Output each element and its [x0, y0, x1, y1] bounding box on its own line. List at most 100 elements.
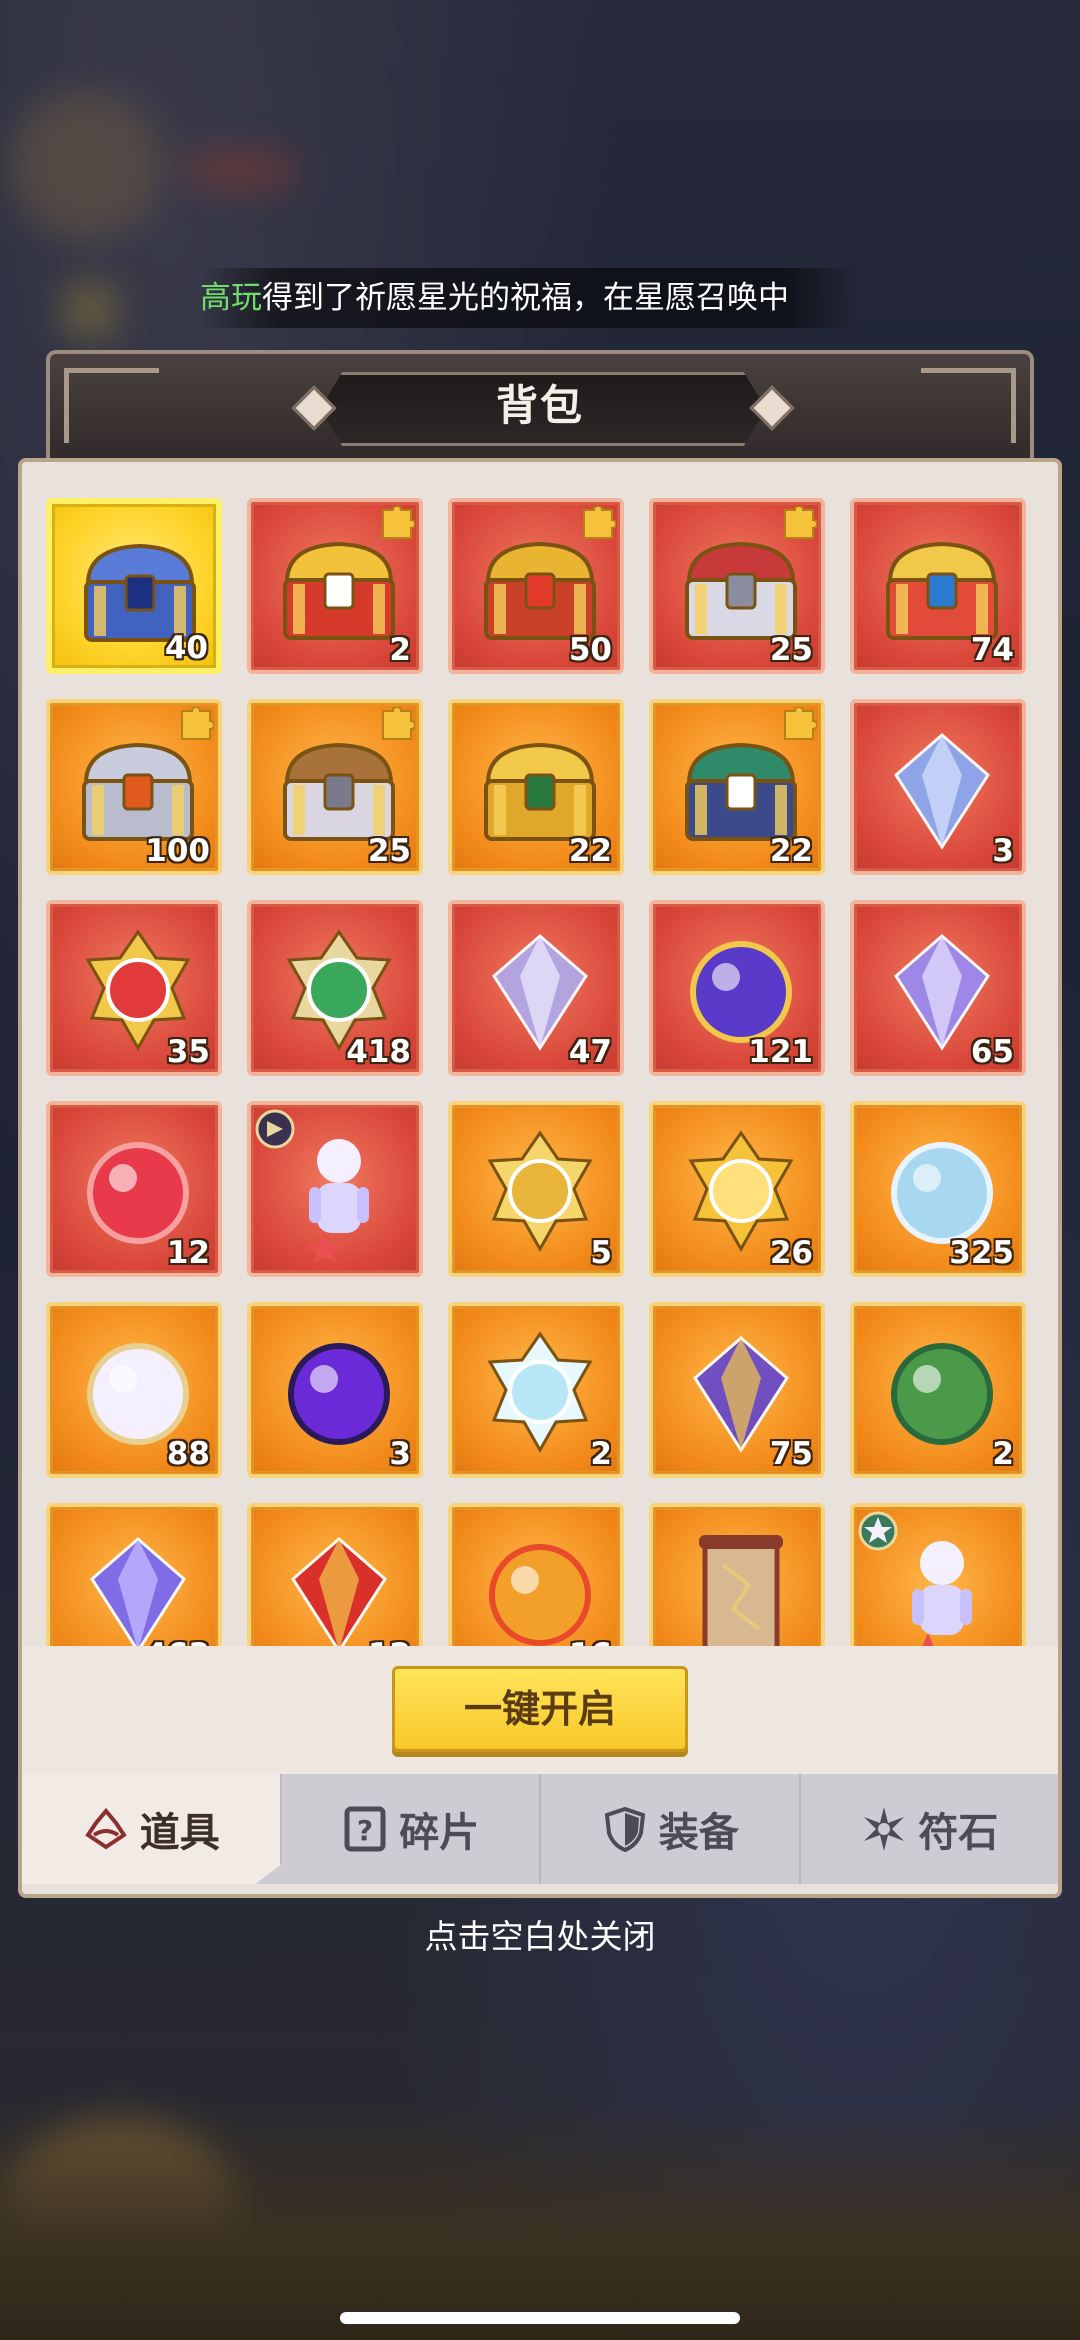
item-quantity: 3: [389, 1436, 411, 1472]
item-slot[interactable]: 25: [649, 498, 825, 674]
item-quantity: 40: [164, 630, 208, 666]
home-indicator[interactable]: [340, 2312, 740, 2324]
item-slot[interactable]: 74: [850, 498, 1026, 674]
item-slot[interactable]: 26: [649, 1101, 825, 1277]
green-leaf-icon: [872, 1324, 1012, 1464]
item-slot[interactable]: [247, 1101, 423, 1277]
item-quantity: 463: [145, 1637, 210, 1646]
item-quantity: 47: [568, 1034, 612, 1070]
item-quantity: 3: [992, 833, 1014, 869]
item-quantity: 121: [748, 1034, 813, 1070]
item-quantity: 325: [949, 1235, 1014, 1271]
item-quantity: 25: [769, 632, 813, 668]
scroll-map-icon: [671, 1525, 811, 1646]
item-slot[interactable]: 35: [46, 900, 222, 1076]
item-slot[interactable]: 47: [448, 900, 624, 1076]
puzzle-piece-icon: [781, 705, 819, 743]
puzzle-piece-icon: [379, 504, 417, 542]
item-slot[interactable]: 25: [247, 699, 423, 875]
tab-fragments[interactable]: ? 碎片: [282, 1774, 541, 1884]
puzzle-piece-icon: [781, 504, 819, 542]
item-quantity: 88: [166, 1436, 210, 1472]
rune-star-icon: [864, 1807, 905, 1851]
bottom-bar-blur: [0, 2100, 1080, 2340]
gold-card-icon: [470, 1123, 610, 1263]
item-quantity: 22: [568, 833, 612, 869]
item-slot[interactable]: 325: [850, 1101, 1026, 1277]
item-quantity: 74: [970, 632, 1014, 668]
item-slot[interactable]: 22: [649, 699, 825, 875]
item-quantity: 418: [346, 1034, 411, 1070]
item-slot[interactable]: 418: [247, 900, 423, 1076]
item-quantity: 12: [166, 1235, 210, 1271]
item-slot[interactable]: 2: [247, 498, 423, 674]
item-quantity: 50: [568, 632, 612, 668]
item-slot[interactable]: 100: [46, 699, 222, 875]
item-slot[interactable]: 3: [247, 1302, 423, 1478]
fire-orb-icon: [470, 1525, 610, 1646]
item-slot[interactable]: 65: [850, 900, 1026, 1076]
item-grid: 40 2 50 25 74 100 25 22 22 3 35 418 47 121 65 12 5 26 325 8…: [40, 488, 1040, 1646]
item-slot[interactable]: 88: [46, 1302, 222, 1478]
item-quantity: 2: [992, 1436, 1014, 1472]
item-quantity: 75: [769, 1436, 813, 1472]
item-slot[interactable]: 121: [649, 900, 825, 1076]
blue-crystal-icon: [872, 721, 1012, 861]
announcement-text: 得到了祈愿星光的祝福，在星愿召唤中: [262, 280, 789, 316]
item-quantity: 5: [590, 1235, 612, 1271]
announcement-player: 高玩: [200, 280, 262, 316]
item-slot[interactable]: 3: [850, 699, 1026, 875]
tab-runes-label: 符石: [918, 1810, 999, 1856]
item-quantity: 12: [368, 1637, 411, 1646]
item-quantity: 2: [590, 1436, 612, 1472]
item-quantity: 2: [389, 632, 411, 668]
item-slot[interactable]: 12: [247, 1503, 423, 1646]
panel-title: 背包: [495, 381, 584, 430]
red-crown-gem-icon: [269, 1525, 409, 1646]
item-quantity: 16: [569, 1637, 612, 1646]
svg-text:?: ?: [357, 1814, 373, 1847]
tab-items[interactable]: 道具: [22, 1774, 282, 1884]
item-slot[interactable]: 75: [649, 1302, 825, 1478]
item-quantity: 26: [769, 1235, 813, 1271]
item-slot[interactable]: 40: [46, 498, 222, 674]
rank-badge-icon: [255, 1109, 295, 1149]
tab-equipment-label: 装备: [658, 1810, 739, 1856]
item-slot[interactable]: 22: [448, 699, 624, 875]
item-slot[interactable]: 2: [850, 1302, 1026, 1478]
question-box-icon: ?: [344, 1806, 386, 1852]
tab-items-label: 道具: [139, 1810, 220, 1856]
badge-blur: [180, 150, 300, 190]
item-slot[interactable]: 16: [448, 1503, 624, 1646]
item-quantity: 35: [166, 1034, 210, 1070]
item-slot[interactable]: [850, 1503, 1026, 1646]
item-slot[interactable]: [649, 1503, 825, 1646]
purple-crystal-cross-icon: [68, 1525, 208, 1646]
purple-orb-icon: [269, 1324, 409, 1464]
tab-fragments-label: 碎片: [399, 1810, 480, 1856]
tab-equipment[interactable]: 装备: [541, 1774, 801, 1884]
item-quantity: 22: [769, 833, 813, 869]
item-bag-icon: [84, 1807, 127, 1850]
item-quantity: 100: [145, 833, 210, 869]
item-grid-scroll[interactable]: 40 2 50 25 74 100 25 22 22 3 35 418 47 121 65 12 5 26 325 8…: [40, 488, 1040, 1646]
item-quantity: 25: [367, 833, 411, 869]
star-badge-icon: [858, 1511, 898, 1551]
item-quantity: 65: [970, 1034, 1014, 1070]
icon-blur: [60, 280, 120, 340]
open-all-button[interactable]: 一键开启: [392, 1666, 688, 1752]
close-hint[interactable]: 点击空白处关闭: [0, 1910, 1080, 1958]
category-tabs: 道具 ? 碎片 装备 符石: [22, 1774, 1058, 1884]
item-slot[interactable]: 2: [448, 1302, 624, 1478]
ice-star-icon: [470, 1324, 610, 1464]
announcement-marquee: 高玩得到了祈愿星光的祝福，在星愿召唤中: [200, 268, 860, 328]
item-slot[interactable]: 5: [448, 1101, 624, 1277]
puzzle-piece-icon: [178, 705, 216, 743]
avatar-blur: [10, 90, 160, 240]
tab-runes[interactable]: 符石: [801, 1774, 1059, 1884]
shield-icon: [604, 1806, 645, 1853]
item-slot[interactable]: 463: [46, 1503, 222, 1646]
item-slot[interactable]: 12: [46, 1101, 222, 1277]
puzzle-piece-icon: [580, 504, 618, 542]
item-slot[interactable]: 50: [448, 498, 624, 674]
